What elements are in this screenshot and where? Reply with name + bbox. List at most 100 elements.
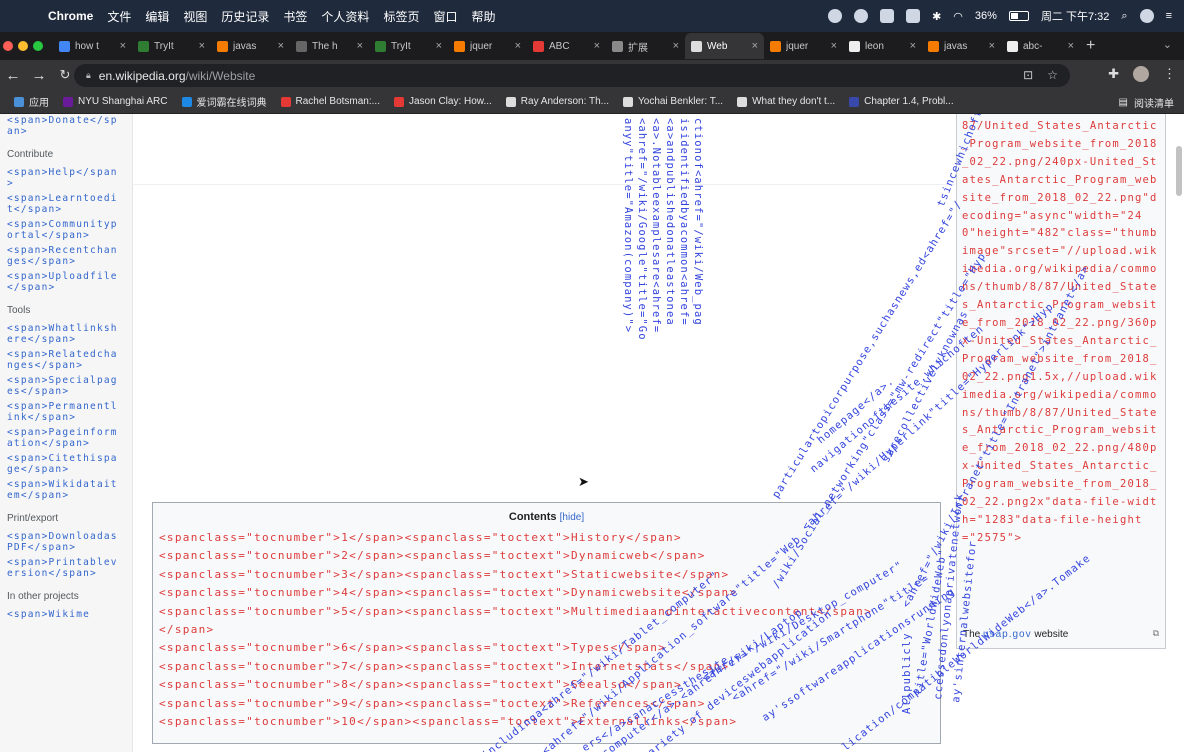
tab-close-icon[interactable]: × xyxy=(357,40,363,52)
sidebar-tools-link[interactable]: <span>Specialpages</span> xyxy=(7,375,122,397)
tab-label: javas xyxy=(944,40,968,52)
tab-close-icon[interactable]: × xyxy=(436,40,442,52)
sidebar-tools-link[interactable]: <span>Permanentlink</span> xyxy=(7,401,122,423)
avatar[interactable] xyxy=(1133,66,1149,82)
bookmark-item[interactable]: 应用 xyxy=(14,94,49,109)
star-icon[interactable]: ☆ xyxy=(1047,68,1058,82)
tab-close-icon[interactable]: × xyxy=(1068,40,1074,52)
translate-icon[interactable]: ⊡ xyxy=(1023,68,1033,82)
toc-line[interactable]: <spanclass="tocnumber">1</span><spanclas… xyxy=(159,529,940,547)
menu-history[interactable]: 历史记录 xyxy=(221,8,269,25)
toc-hide-link[interactable]: hide xyxy=(562,512,581,523)
tab-9[interactable]: jquer × xyxy=(764,33,843,59)
bookmark-item[interactable]: Yochai Benkler: T... xyxy=(623,94,723,109)
menu-view[interactable]: 视图 xyxy=(183,8,207,25)
tab-5[interactable]: jquer × xyxy=(448,33,527,59)
notes-icon[interactable] xyxy=(880,9,895,23)
wechat-icon[interactable] xyxy=(854,9,869,23)
siri-icon[interactable] xyxy=(1139,9,1154,23)
tab-close-icon[interactable]: × xyxy=(594,40,600,52)
toc-line[interactable]: <spanclass="tocnumber">2</span><spanclas… xyxy=(159,547,940,565)
menu-help[interactable]: 帮助 xyxy=(471,8,495,25)
sidebar-tools-link[interactable]: <span>Citethispage</span> xyxy=(7,453,122,475)
bookmark-item[interactable]: What they don't t... xyxy=(737,94,835,109)
reading-list[interactable]: ▤ 阅读清单 xyxy=(1119,95,1174,110)
tab-search-button[interactable]: ⌄ xyxy=(1163,38,1172,51)
bookmark-label: NYU Shanghai ARC xyxy=(78,96,168,107)
bookmark-item[interactable]: NYU Shanghai ARC xyxy=(63,94,168,109)
bluetooth-icon[interactable]: ✱ xyxy=(932,10,941,23)
sidebar-print-link[interactable]: <span>Printableversion</span> xyxy=(7,557,122,579)
bookmark-item[interactable]: Ray Anderson: Th... xyxy=(505,94,609,109)
battery-icon[interactable] xyxy=(1008,11,1029,21)
scrollbar-thumb[interactable] xyxy=(1176,146,1182,196)
forward-icon[interactable]: → xyxy=(26,67,52,84)
menu-app-name[interactable]: Chrome xyxy=(48,9,93,23)
bookmark-item[interactable]: 爱词霸在线词典 xyxy=(181,94,267,109)
new-tab-button[interactable]: + xyxy=(1086,37,1095,55)
control-center-icon[interactable]: ≡ xyxy=(1166,10,1172,22)
close-window-icon[interactable] xyxy=(3,41,13,51)
zoom-window-icon[interactable] xyxy=(33,41,43,51)
menu-edit[interactable]: 编辑 xyxy=(145,8,169,25)
sidebar-contribute-link[interactable]: <span>Uploadfile</span> xyxy=(7,271,122,293)
tab-close-icon[interactable]: × xyxy=(910,40,916,52)
tab-4[interactable]: TryIt × xyxy=(369,33,448,59)
tab-8[interactable]: Web × xyxy=(685,33,764,59)
sidebar-contribute-link[interactable]: <span>Recentchanges</span> xyxy=(7,245,122,267)
tab-close-icon[interactable]: × xyxy=(752,40,758,52)
tab-close-icon[interactable]: × xyxy=(673,40,679,52)
sidebar-other-link[interactable]: <span>Wikime xyxy=(7,609,122,621)
menu-tabs[interactable]: 标签页 xyxy=(383,8,419,25)
tab-close-icon[interactable]: × xyxy=(989,40,995,52)
tab-3[interactable]: The h × xyxy=(290,33,369,59)
tab-close-icon[interactable]: × xyxy=(278,40,284,52)
tab-10[interactable]: leon × xyxy=(843,33,922,59)
lock-icon[interactable]: 🔒︎ xyxy=(86,70,91,81)
sidebar-contribute-link[interactable]: <span>Learntoedit</span> xyxy=(7,193,122,215)
tab-close-icon[interactable]: × xyxy=(120,40,126,52)
toc-line[interactable]: <spanclass="tocnumber">10</span><spancla… xyxy=(159,713,940,731)
tab-7[interactable]: 扩展 × xyxy=(606,33,685,59)
tab-6[interactable]: ABC × xyxy=(527,33,606,59)
sidebar-tools-link[interactable]: <span>Whatlinkshere</span> xyxy=(7,323,122,345)
tab-close-icon[interactable]: × xyxy=(831,40,837,52)
enlarge-icon[interactable]: ⧉ xyxy=(1153,628,1159,639)
back-icon[interactable]: ← xyxy=(0,67,26,84)
menu-window[interactable]: 窗口 xyxy=(433,8,457,25)
tab-close-icon[interactable]: × xyxy=(515,40,521,52)
sidebar-print-link[interactable]: <span>DownloadasPDF</span> xyxy=(7,531,122,553)
tab-1[interactable]: TryIt × xyxy=(132,33,211,59)
bookmark-item[interactable]: Chapter 1.4, Probl... xyxy=(849,94,954,109)
sidebar-tools-link[interactable]: <span>Pageinformation</span> xyxy=(7,427,122,449)
kebab-menu-icon[interactable]: ⋮ xyxy=(1163,66,1176,82)
menu-file[interactable]: 文件 xyxy=(107,8,131,25)
minimize-window-icon[interactable] xyxy=(18,41,28,51)
sidebar-tools-list: <span>Whatlinkshere</span> <span>Relatedc… xyxy=(7,323,132,501)
tab-close-icon[interactable]: × xyxy=(199,40,205,52)
address-bar[interactable]: 🔒︎ en.wikipedia.org/wiki/Website ⊡ ☆ xyxy=(74,64,1070,87)
record-icon[interactable] xyxy=(828,9,843,23)
sidebar-tools-link[interactable]: <span>Wikidataitem</span> xyxy=(7,479,122,501)
sidebar-link-donate[interactable]: <span>Donate</span> xyxy=(7,115,122,137)
tab-11[interactable]: javas × xyxy=(922,33,1001,59)
wifi-icon[interactable]: ◠ xyxy=(953,10,963,23)
toc-line[interactable]: <spanclass="tocnumber">3</span><spanclas… xyxy=(159,566,940,584)
tab-0[interactable]: how t × xyxy=(53,33,132,59)
diagonal-text: Allpublicly xyxy=(901,632,913,714)
sidebar-contribute-link[interactable]: <span>Communityportal</span> xyxy=(7,219,122,241)
input-method-icon[interactable] xyxy=(906,9,921,23)
spotlight-icon[interactable]: ⌕ xyxy=(1121,10,1127,23)
toc-line[interactable]: <spanclass="tocnumber">4</span><spanclas… xyxy=(159,584,940,602)
tab-2[interactable]: javas × xyxy=(211,33,290,59)
menu-bookmarks[interactable]: 书签 xyxy=(283,8,307,25)
extensions-icon[interactable]: ✚ xyxy=(1108,66,1119,82)
bookmark-item[interactable]: Rachel Botsman:... xyxy=(280,94,380,109)
sidebar-tools-link[interactable]: <span>Relatedchanges</span> xyxy=(7,349,122,371)
menu-profile[interactable]: 个人资料 xyxy=(321,8,369,25)
tab-12[interactable]: abc- × xyxy=(1001,33,1080,59)
bookmark-item[interactable]: Jason Clay: How... xyxy=(393,94,492,109)
clock[interactable]: 周二 下午7:32 xyxy=(1041,8,1109,24)
sidebar-contribute-link[interactable]: <span>Help</span> xyxy=(7,167,122,189)
bookmark-label: 应用 xyxy=(29,98,49,109)
